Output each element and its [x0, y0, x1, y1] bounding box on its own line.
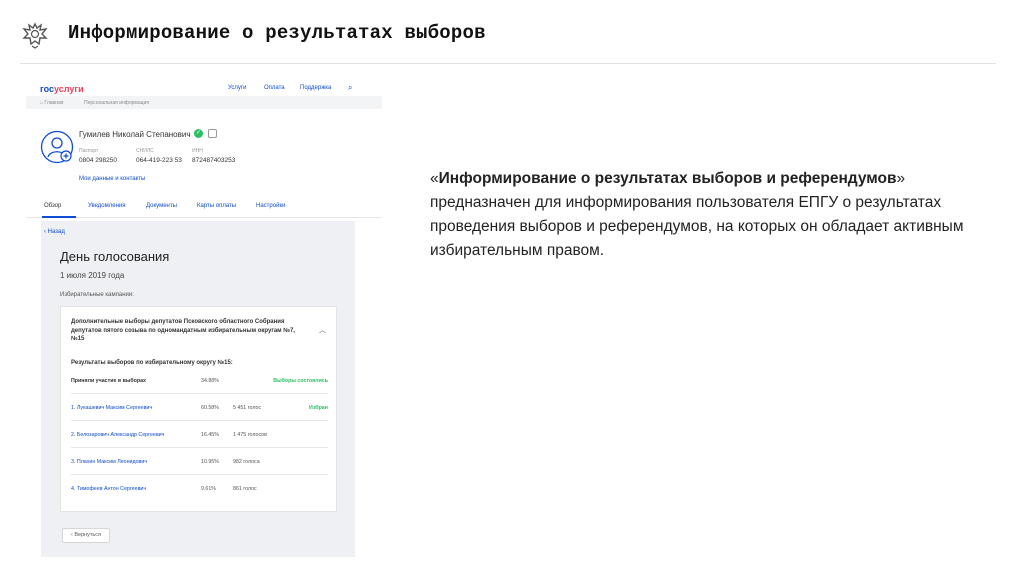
tab-notifications[interactable]: Уведомления	[88, 203, 126, 209]
candidate-link[interactable]: 1. Лукашевич Максим Сергеевич	[71, 405, 152, 411]
tab-overview[interactable]: Обзор	[44, 203, 61, 209]
avatar-icon	[40, 130, 74, 164]
campaigns-label: Избирательные кампании:	[60, 292, 134, 298]
nav-services[interactable]: Услуги	[228, 85, 246, 91]
qr-code-icon[interactable]	[208, 129, 217, 138]
candidate-link[interactable]: 3. Плахин Максим Леонидович	[71, 459, 147, 465]
candidate-row: 1. Лукашевич Максим Сергеевич 60.58% 5 4…	[71, 405, 328, 411]
row-divider	[71, 393, 328, 394]
candidate-link[interactable]: 4. Тимофеев Антон Сергеевич	[71, 486, 146, 492]
nav-payment[interactable]: Оплата	[264, 85, 285, 91]
row-divider	[71, 420, 328, 421]
active-tab-indicator	[42, 216, 76, 218]
tab-settings[interactable]: Настройки	[256, 203, 285, 209]
breadcrumb-current: Персональная информация	[84, 100, 150, 106]
gosuslugi-logo[interactable]: госуслуги	[40, 84, 84, 94]
chevron-up-icon[interactable]: ︿	[319, 325, 326, 335]
profile-tabs: Обзор Уведомления Документы Карты оплаты…	[26, 196, 382, 218]
description-title: Информирование о результатах выборов и р…	[438, 170, 897, 187]
snils-info: СНИЛС 064-419-223 53	[136, 148, 182, 164]
row-divider	[71, 447, 328, 448]
voting-day-title: День голосования	[60, 249, 170, 264]
campaign-title: Дополнительные выборы депутатов Псковско…	[71, 319, 295, 342]
voting-date: 1 июля 2019 года	[60, 271, 125, 280]
verified-check-icon: ✓	[194, 129, 203, 138]
candidate-row: 2. Белозарович Александр Сергеевич 16.45…	[71, 432, 267, 438]
turnout-row: Приняли участие в выборах 34.88% Выборы …	[71, 378, 328, 384]
russian-eagle-emblem-icon	[22, 22, 48, 49]
campaign-card: Дополнительные выборы депутатов Псковско…	[60, 306, 337, 512]
candidate-row: 3. Плахин Максим Леонидович 10.95% 982 г…	[71, 459, 260, 465]
top-bar: госуслуги Услуги Оплата Поддержка ⌕	[26, 78, 382, 98]
breadcrumb: ⌂ Главная Персональная информация	[26, 96, 382, 109]
passport-info: Паспорт 0804 298250	[79, 148, 117, 164]
breadcrumb-home[interactable]: ⌂ Главная	[40, 100, 63, 106]
row-divider	[71, 474, 328, 475]
description-text: «Информирование о результатах выборов и …	[430, 170, 964, 259]
my-data-link[interactable]: Мои данные и контакты	[79, 176, 145, 182]
header-divider	[20, 63, 996, 64]
nav-support[interactable]: Поддержка	[300, 85, 331, 91]
slide-header: Информирование о результатах выборов	[0, 0, 1024, 64]
slide-title: Информирование о результатах выборов	[68, 22, 486, 44]
user-name: Гумилев Николай Степанович	[79, 130, 191, 139]
tab-documents[interactable]: Документы	[146, 203, 177, 209]
candidate-row: 4. Тимофеев Антон Сергеевич 9.61% 861 го…	[71, 486, 257, 492]
back-link[interactable]: ‹ Назад	[44, 229, 65, 235]
gosuslugi-screenshot: госуслуги Услуги Оплата Поддержка ⌕ ⌂ Гл…	[26, 78, 382, 558]
inn-info: ИНН 872487403253	[192, 148, 236, 164]
candidate-link[interactable]: 2. Белозарович Александр Сергеевич	[71, 432, 164, 438]
search-icon[interactable]: ⌕	[348, 83, 352, 93]
elected-status: Избран	[309, 405, 328, 411]
return-button[interactable]: ‹ Вернуться	[62, 528, 110, 543]
results-title: Результаты выборов по избирательному окр…	[71, 360, 233, 366]
tab-payment-cards[interactable]: Карты оплаты	[197, 203, 236, 209]
